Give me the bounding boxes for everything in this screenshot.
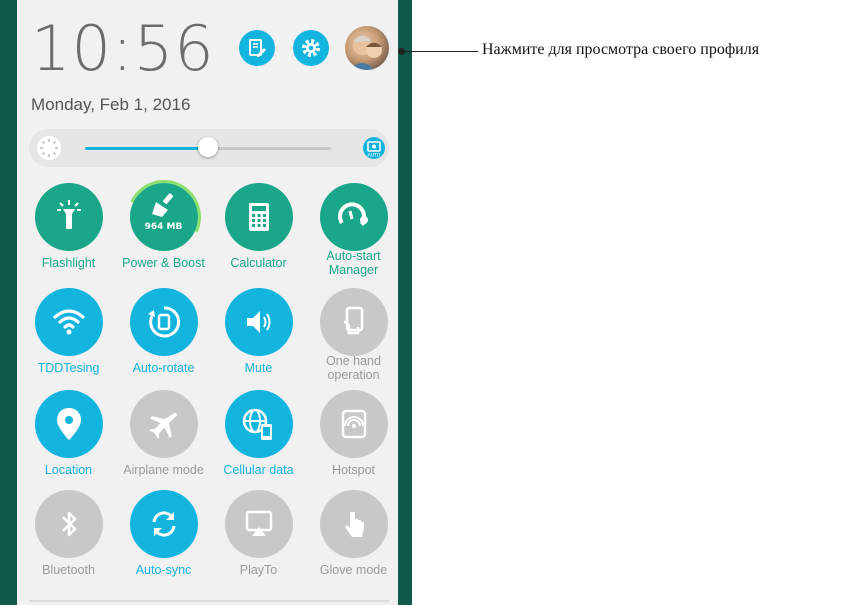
tile-label: Power & Boost [122, 256, 205, 270]
tile-toggle-circle[interactable] [129, 288, 198, 356]
tile-tddtesing[interactable]: TDDTesing [21, 288, 116, 375]
tile-glove-mode[interactable]: Glove mode [306, 490, 401, 577]
tile-label: Bluetooth [42, 563, 95, 577]
settings-gear-icon [302, 39, 320, 57]
tile-hotspot[interactable]: Hotspot [306, 390, 401, 477]
callout-text: Нажмите для просмотра своего профиля [482, 41, 760, 58]
tile-toggle-circle[interactable] [319, 490, 388, 558]
avatar-photo [349, 35, 382, 70]
tile-label: Auto-sync [135, 563, 192, 577]
tile-flashlight[interactable]: Flashlight [21, 183, 116, 270]
tile-toggle-circle[interactable] [34, 183, 103, 251]
tile-bluetooth[interactable]: Bluetooth [21, 490, 116, 577]
cellular-data-icon [242, 408, 272, 440]
tile-toggle-circle[interactable] [224, 288, 293, 356]
tile-mute[interactable]: Mute [211, 288, 306, 375]
tile-toggle-circle[interactable] [224, 390, 293, 458]
brightness-bar: AUTO [29, 129, 389, 167]
tile-label: One hand operation [326, 354, 381, 382]
tile-label: Hotspot [331, 463, 376, 477]
tile-location[interactable]: Location [21, 390, 116, 477]
tile-airplane-mode[interactable]: Airplane mode [116, 390, 211, 477]
one-hand-icon [343, 306, 363, 335]
tile-toggle-circle[interactable] [319, 288, 388, 356]
tile-auto-start-manager[interactable]: Auto-start Manager [306, 183, 401, 277]
bluetooth-icon [61, 511, 76, 537]
tile-label: Glove mode [319, 563, 388, 577]
auto-label: AUTO [368, 153, 381, 159]
location-pin-icon [56, 408, 81, 440]
hotspot-icon [341, 409, 366, 439]
settings-button[interactable] [293, 30, 329, 66]
brightness-fill [85, 147, 208, 150]
tile-calculator[interactable]: Calculator [211, 183, 306, 270]
flashlight-icon [56, 200, 81, 229]
memory-ring [116, 169, 211, 265]
rotate-icon [147, 306, 180, 338]
tile-toggle-circle[interactable] [129, 490, 198, 558]
airplane-icon [148, 412, 177, 439]
tile-label: PlayTo [239, 563, 278, 577]
brightness-slider-thumb[interactable] [198, 137, 218, 157]
tile-auto-sync[interactable]: Auto-sync [116, 490, 211, 577]
auto-brightness-button[interactable]: AUTO [363, 137, 385, 159]
tile-toggle-circle[interactable] [224, 183, 293, 251]
tile-power-boost[interactable]: 964 MB Power & Boost [116, 169, 211, 270]
tile-label: Auto-rotate [132, 361, 195, 375]
tile-label: Calculator [230, 256, 287, 270]
tile-toggle-circle[interactable] [34, 390, 103, 458]
tile-auto-rotate[interactable]: Auto-rotate [116, 288, 211, 375]
wifi-icon [52, 309, 85, 335]
speaker-icon [246, 311, 270, 333]
sync-icon [152, 511, 175, 537]
memory-badge: 964 MB [144, 222, 183, 232]
tile-label: Location [44, 463, 93, 477]
callout-line [402, 51, 478, 52]
panel-bottom-divider [29, 600, 389, 602]
clock-date: Monday, Feb 1, 2016 [31, 95, 191, 114]
tile-label: TDDTesing [37, 361, 100, 375]
tile-toggle-circle[interactable] [224, 490, 293, 558]
edit-button[interactable] [239, 30, 275, 66]
tile-toggle-circle[interactable] [319, 183, 388, 251]
auto-brightness-icon: AUTO [367, 141, 381, 159]
tile-cellular-data[interactable]: Cellular data [211, 390, 306, 477]
quick-settings-panel: 10:56 Monday, Feb 1, 2016 AUTO Flashligh… [17, 0, 398, 605]
tile-playto[interactable]: PlayTo [211, 490, 306, 577]
tile-label: Airplane mode [123, 463, 204, 477]
profile-avatar[interactable] [345, 26, 389, 70]
calculator-icon [248, 203, 269, 231]
tile-label: Flashlight [41, 256, 96, 270]
tile-toggle-circle[interactable] [34, 490, 103, 558]
edit-icon [249, 39, 266, 57]
tile-toggle-circle[interactable] [319, 390, 388, 458]
tile-toggle-circle[interactable] [129, 390, 198, 458]
auto-start-icon [337, 202, 368, 226]
glove-icon [344, 512, 364, 537]
playto-icon [245, 510, 272, 536]
tile-label: Cellular data [223, 463, 294, 477]
brightness-sun-icon [37, 136, 61, 160]
phone-screen: 10:56 Monday, Feb 1, 2016 AUTO Flashligh… [0, 0, 412, 605]
tile-label: Auto-start Manager [326, 249, 381, 277]
tile-one-hand-operation[interactable]: One hand operation [306, 288, 401, 382]
clock-time: 10:56 [31, 12, 215, 85]
tile-toggle-circle[interactable]: 964 MB [116, 169, 211, 265]
tile-label: Mute [244, 361, 273, 375]
tile-toggle-circle[interactable] [34, 288, 103, 356]
